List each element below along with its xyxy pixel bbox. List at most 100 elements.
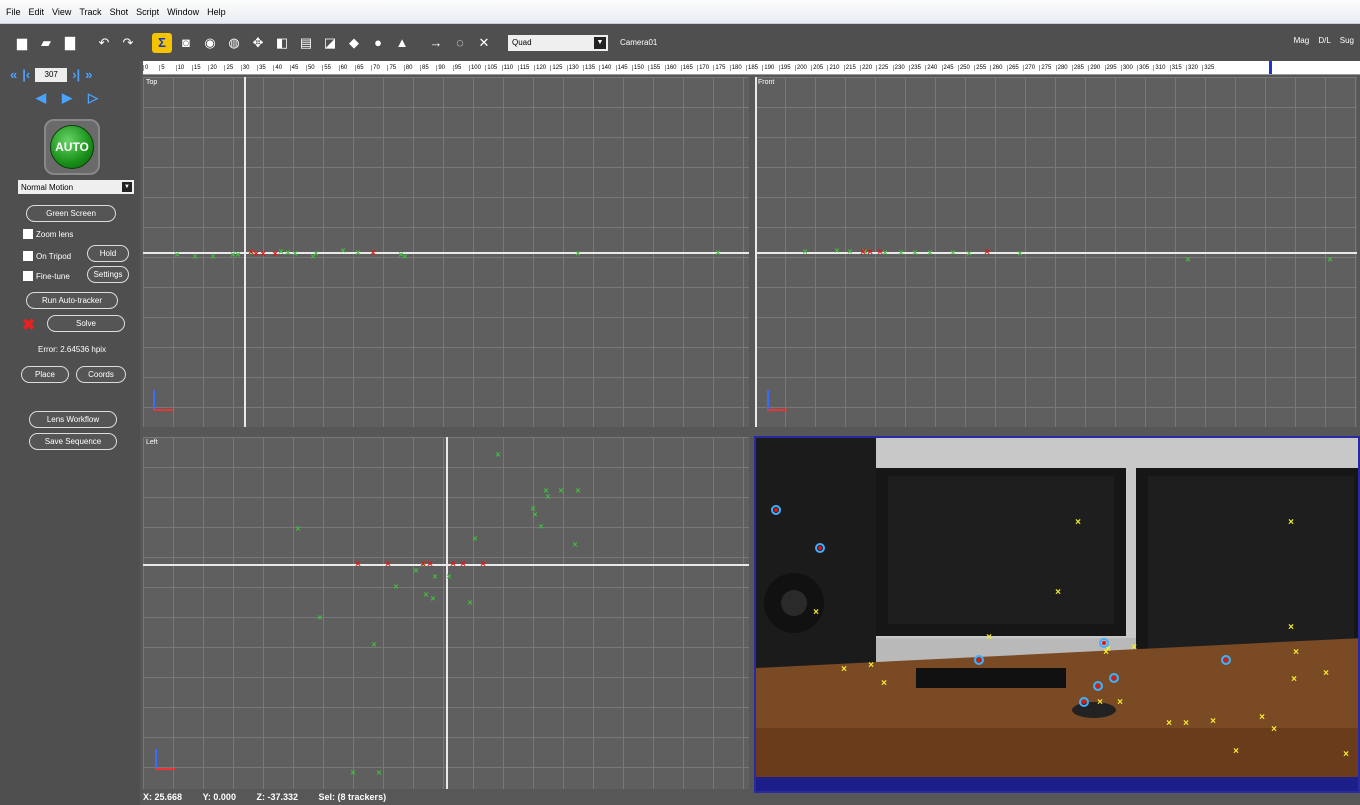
redo-icon[interactable]: ↷ — [118, 33, 138, 53]
tracker-marker[interactable]: × — [898, 248, 903, 258]
menu-item-help[interactable]: Help — [207, 7, 226, 17]
tracker-marker-selected-2d[interactable] — [1079, 697, 1089, 707]
exit-icon[interactable]: ◧ — [272, 33, 292, 53]
tracker-marker[interactable]: × — [295, 524, 300, 534]
tracker-marker-2d[interactable]: × — [1055, 588, 1061, 598]
tracker-marker-selected-2d[interactable] — [771, 505, 781, 515]
tracker-marker-selected[interactable]: × — [860, 248, 866, 258]
tracker-marker[interactable]: × — [317, 613, 322, 623]
camera-view[interactable]: × × × × × × × × × × × × × × × × × × × × × × × × — [754, 436, 1360, 793]
sigma-icon[interactable]: Σ — [152, 32, 172, 53]
tracker-marker-selected[interactable]: × — [420, 560, 426, 570]
lens-workflow-button[interactable]: Lens Workflow — [29, 411, 117, 428]
tracker-marker-2d[interactable]: × — [1343, 750, 1349, 760]
tracker-marker[interactable]: × — [532, 510, 537, 520]
tracker-marker[interactable]: × — [1327, 255, 1332, 265]
tracker-marker-selected[interactable]: × — [260, 250, 266, 260]
tracker-marker-selected[interactable]: × — [450, 560, 456, 570]
tracker-marker[interactable]: × — [340, 246, 345, 256]
tracker-marker[interactable]: × — [572, 540, 577, 550]
tracker-marker[interactable]: × — [278, 247, 283, 257]
last-frame-icon[interactable]: ›| — [72, 67, 80, 82]
tracker-marker[interactable]: × — [847, 247, 852, 257]
tracker-marker-selected-2d[interactable] — [815, 543, 825, 553]
tracker-marker[interactable]: × — [1185, 255, 1190, 265]
light-bulb-icon[interactable]: ● — [368, 33, 388, 53]
tracker-marker-2d[interactable]: × — [1259, 713, 1265, 723]
tracker-marker-selected[interactable]: × — [984, 248, 990, 258]
tracker-marker[interactable]: × — [313, 249, 318, 259]
run-autotracker-button[interactable]: Run Auto-tracker — [26, 292, 118, 309]
tracker-marker[interactable]: × — [350, 768, 355, 778]
tracker-marker-selected[interactable]: × — [253, 250, 259, 260]
crossed-tools-icon[interactable]: ✕ — [474, 33, 494, 53]
tracker-marker[interactable]: × — [430, 594, 435, 604]
tracker-marker[interactable]: × — [413, 566, 418, 576]
zoom-icon[interactable]: ◌ — [450, 33, 470, 53]
tracker-marker[interactable]: × — [1017, 249, 1022, 259]
step-back-icon[interactable]: ◀ — [36, 90, 46, 106]
motion-type-select[interactable]: Normal Motion ▼ — [18, 180, 134, 194]
menu-item-shot[interactable]: Shot — [110, 7, 129, 17]
tracker-marker-2d[interactable]: × — [1103, 648, 1109, 658]
undo-icon[interactable]: ↶ — [94, 33, 114, 53]
tracker-marker-selected-2d[interactable] — [1221, 655, 1231, 665]
tracker-marker-2d[interactable]: × — [841, 665, 847, 675]
tracker-marker[interactable]: × — [355, 248, 360, 258]
tracker-marker-2d[interactable]: × — [813, 608, 819, 618]
tracker-marker-2d[interactable]: × — [1271, 725, 1277, 735]
menu-item-track[interactable]: Track — [79, 7, 101, 17]
tracker-marker-2d[interactable]: × — [1323, 669, 1329, 679]
tracker-marker[interactable]: × — [802, 247, 807, 257]
tracker-marker[interactable]: × — [715, 248, 720, 258]
tracker-marker[interactable]: × — [371, 640, 376, 650]
tracker-marker-2d[interactable]: × — [1210, 717, 1216, 727]
tracker-marker[interactable]: × — [834, 246, 839, 256]
view-layout-select[interactable]: Quad ▼ — [508, 34, 608, 51]
menu-item-script[interactable]: Script — [136, 7, 159, 17]
tracker-marker-2d[interactable]: × — [881, 679, 887, 689]
tracker-marker[interactable]: × — [575, 249, 580, 259]
tracker-marker-2d[interactable]: × — [868, 661, 874, 671]
timeline-bar[interactable]: 0 5 10 15 20 25 30 35 40 45 50 55 60 65 70 75 80 85 90 95 10… — [143, 61, 1360, 75]
step-forward-icon[interactable]: ▷ — [88, 90, 98, 106]
tracker-marker[interactable]: × — [912, 248, 917, 258]
top-viewport[interactable]: Top × × × × × × × × × × × × × × × × × × × × × × — [143, 77, 749, 427]
front-viewport[interactable]: Front × × × × × × × × × × × × × × × × × — [755, 77, 1357, 427]
tracker-marker[interactable]: × — [423, 590, 428, 600]
green-screen-button[interactable]: Green Screen — [26, 205, 116, 222]
tracker-marker-2d[interactable]: × — [1288, 518, 1294, 528]
menu-item-window[interactable]: Window — [167, 7, 199, 17]
tracker-marker[interactable]: × — [966, 249, 971, 259]
tracker-marker[interactable]: × — [292, 249, 297, 259]
tracker-marker[interactable]: × — [882, 248, 887, 258]
tracker-marker[interactable]: × — [210, 252, 215, 262]
tracker-marker-2d[interactable]: × — [1166, 719, 1172, 729]
settings-button[interactable]: Settings — [87, 266, 129, 283]
left-viewport[interactable]: Left × × × × × × × × × × × × × × × × × × × × × × × × × × × × × × — [143, 437, 749, 789]
tracker-marker-2d[interactable]: × — [1233, 747, 1239, 757]
menu-item-edit[interactable]: Edit — [29, 7, 45, 17]
frame-number-field[interactable]: 307 — [35, 67, 68, 82]
graph-icon[interactable]: ◪ — [320, 33, 340, 53]
place-button[interactable]: Place — [21, 366, 69, 383]
tracker-marker-selected[interactable]: × — [427, 560, 433, 570]
tracker-marker[interactable]: × — [192, 252, 197, 262]
tracker-marker[interactable]: × — [558, 486, 563, 496]
first-frame-icon[interactable]: |‹ — [22, 67, 30, 82]
new-file-icon[interactable]: ▆ — [12, 33, 32, 53]
tracker-marker-selected-2d[interactable] — [1093, 681, 1103, 691]
timeline-cursor[interactable] — [1269, 61, 1272, 74]
tracker-marker-2d[interactable]: × — [1183, 719, 1189, 729]
tracker-marker-selected[interactable]: × — [460, 560, 466, 570]
document-icon[interactable]: ▤ — [296, 33, 316, 53]
rewind-icon[interactable]: « — [10, 67, 17, 82]
tracker-marker-selected[interactable]: × — [480, 560, 486, 570]
save-sequence-button[interactable]: Save Sequence — [29, 433, 117, 450]
tracker-marker[interactable]: × — [235, 250, 240, 260]
tracker-marker-2d[interactable]: × — [1131, 643, 1137, 653]
save-icon[interactable]: ▇ — [60, 33, 80, 53]
sug-label[interactable]: Sug — [1340, 36, 1354, 45]
move-icon[interactable]: ✥ — [248, 33, 268, 53]
tracker-marker[interactable]: × — [538, 522, 543, 532]
